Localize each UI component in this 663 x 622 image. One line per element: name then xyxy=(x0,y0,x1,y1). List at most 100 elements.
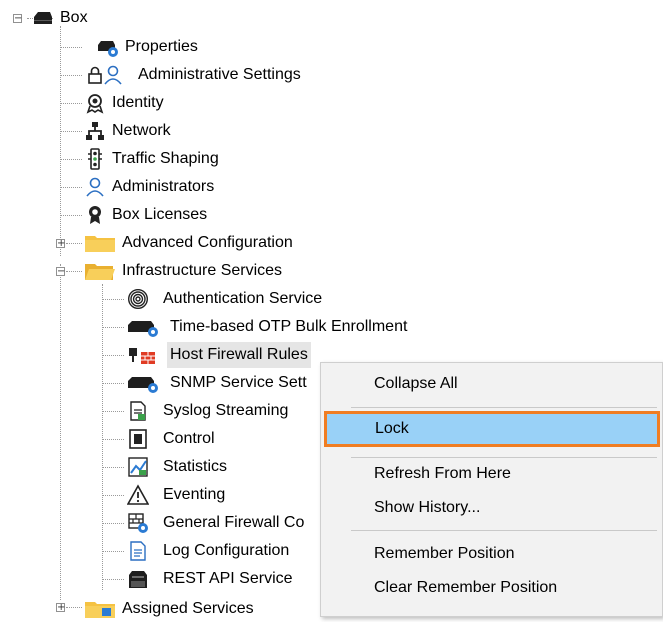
syslog-document-icon xyxy=(127,400,149,422)
tree-node-label: Administrative Settings xyxy=(138,66,301,83)
tree-node-control[interactable]: Control xyxy=(127,426,215,452)
box-icon xyxy=(32,7,54,29)
lock-icon xyxy=(84,64,102,86)
log-document-icon xyxy=(127,540,149,562)
tree-connector xyxy=(66,607,82,608)
tree-node-label: Time-based OTP Bulk Enrollment xyxy=(170,318,408,335)
identity-badge-icon xyxy=(84,92,106,114)
tree-node-label: Administrators xyxy=(112,178,215,195)
rest-api-icon xyxy=(127,568,149,590)
control-panel-icon xyxy=(127,428,149,450)
tree-node-administrative-settings[interactable]: Administrative Settings xyxy=(84,62,301,88)
tree-node-host-firewall-rules[interactable]: Host Firewall Rules xyxy=(127,342,311,368)
tree-node-administrators[interactable]: Administrators xyxy=(84,174,214,200)
tree-node-label: SNMP Service Sett xyxy=(170,374,307,391)
tree-node-identity[interactable]: Identity xyxy=(84,90,164,116)
expander-assigned-services[interactable]: + xyxy=(56,603,65,613)
menu-item-label: Remember Position xyxy=(374,545,515,562)
tree-node-eventing[interactable]: Eventing xyxy=(127,482,225,508)
administrator-user-icon xyxy=(84,176,106,198)
menu-item-refresh-from-here[interactable]: Refresh From Here xyxy=(321,458,662,490)
tree-node-assigned-services[interactable]: Assigned Services xyxy=(84,596,254,622)
menu-item-clear-remember-position[interactable]: Clear Remember Position xyxy=(321,572,662,604)
tree-connector xyxy=(60,187,82,188)
tree-node-snmp-service-settings[interactable]: SNMP Service Sett xyxy=(127,370,307,396)
folder-icon xyxy=(84,232,116,254)
tree-node-label: Statistics xyxy=(163,458,228,475)
box-gear-icon xyxy=(127,372,161,394)
tree-node-traffic-shaping[interactable]: Traffic Shaping xyxy=(84,146,219,172)
menu-item-label: Collapse All xyxy=(374,375,458,392)
tree-node-label: Control xyxy=(163,430,215,447)
box-gear-icon xyxy=(127,316,161,338)
expander-advanced-configuration[interactable]: + xyxy=(56,239,65,249)
menu-item-show-history[interactable]: Show History... xyxy=(321,492,662,524)
tree-node-box[interactable]: Box xyxy=(32,5,88,31)
tree-connector xyxy=(60,131,82,132)
tree-node-label: Properties xyxy=(125,38,198,55)
tree-connector xyxy=(66,271,82,272)
tree-connector xyxy=(102,299,124,300)
tree-node-general-firewall-configuration[interactable]: General Firewall Co xyxy=(127,510,304,536)
tree-node-advanced-configuration[interactable]: Advanced Configuration xyxy=(84,230,293,256)
tree-node-label: Box Licenses xyxy=(112,206,208,223)
firewall-grid-gear-icon xyxy=(127,512,149,534)
tree-node-label: Box xyxy=(60,9,88,26)
tree-node-label: Log Configuration xyxy=(163,542,290,559)
tree-connector xyxy=(102,383,124,384)
expander-box[interactable]: − xyxy=(13,14,22,24)
tree-connector xyxy=(60,47,82,48)
host-firewall-icon xyxy=(127,344,161,366)
tree-connector-children xyxy=(102,284,103,590)
tree-node-label: Eventing xyxy=(163,486,226,503)
statistics-chart-icon xyxy=(127,456,149,478)
tree-node-label: Network xyxy=(112,122,171,139)
tree-connector-root-lower xyxy=(60,264,61,600)
tree-node-label: Advanced Configuration xyxy=(122,234,293,251)
tree-node-authentication-service[interactable]: Authentication Service xyxy=(127,286,322,312)
tree-connector-root xyxy=(60,26,61,256)
tree-connector xyxy=(102,495,124,496)
menu-item-remember-position[interactable]: Remember Position xyxy=(321,538,662,570)
tree-connector xyxy=(102,327,124,328)
tree-connector xyxy=(60,215,82,216)
tree-node-infrastructure-services[interactable]: Infrastructure Services xyxy=(84,258,282,284)
tree-connector xyxy=(102,467,124,468)
tree-node-properties[interactable]: Properties xyxy=(97,34,198,60)
tree-connector xyxy=(102,551,124,552)
box-properties-gear-icon xyxy=(97,36,119,58)
fingerprint-icon xyxy=(127,288,149,310)
tree-connector xyxy=(60,159,82,160)
menu-separator xyxy=(351,530,657,531)
expander-infrastructure-services[interactable]: − xyxy=(56,267,65,277)
tree-node-label: Identity xyxy=(112,94,164,111)
tree-connector xyxy=(102,523,124,524)
network-icon xyxy=(84,120,106,142)
tree-node-label: Traffic Shaping xyxy=(112,150,219,167)
tree-node-statistics[interactable]: Statistics xyxy=(127,454,227,480)
tree-node-log-configuration[interactable]: Log Configuration xyxy=(127,538,289,564)
tree-node-label: Syslog Streaming xyxy=(163,402,289,419)
menu-item-label: Lock xyxy=(375,420,409,437)
menu-separator xyxy=(351,407,657,408)
tree-connector xyxy=(60,75,82,76)
menu-item-lock[interactable]: Lock xyxy=(324,411,660,447)
tree-node-label: Authentication Service xyxy=(163,290,323,307)
folder-open-icon xyxy=(84,260,116,282)
tree-node-label: REST API Service xyxy=(163,570,293,587)
user-icon xyxy=(102,64,124,86)
tree-node-label: Infrastructure Services xyxy=(122,262,283,279)
menu-item-collapse-all[interactable]: Collapse All xyxy=(321,368,662,400)
menu-item-label: Clear Remember Position xyxy=(374,579,558,596)
tree-node-syslog-streaming[interactable]: Syslog Streaming xyxy=(127,398,288,424)
tree-node-time-based-otp-bulk-enrollment[interactable]: Time-based OTP Bulk Enrollment xyxy=(127,314,407,340)
tree-node-network[interactable]: Network xyxy=(84,118,171,144)
traffic-light-icon xyxy=(84,148,106,170)
menu-item-label: Refresh From Here xyxy=(374,465,511,482)
menu-item-label: Show History... xyxy=(374,499,481,516)
tree-node-box-licenses[interactable]: Box Licenses xyxy=(84,202,207,228)
tree-connector xyxy=(102,439,124,440)
tree-node-rest-api-service[interactable]: REST API Service xyxy=(127,566,293,592)
tree-node-label: Assigned Services xyxy=(122,600,254,617)
tree-connector xyxy=(102,411,124,412)
